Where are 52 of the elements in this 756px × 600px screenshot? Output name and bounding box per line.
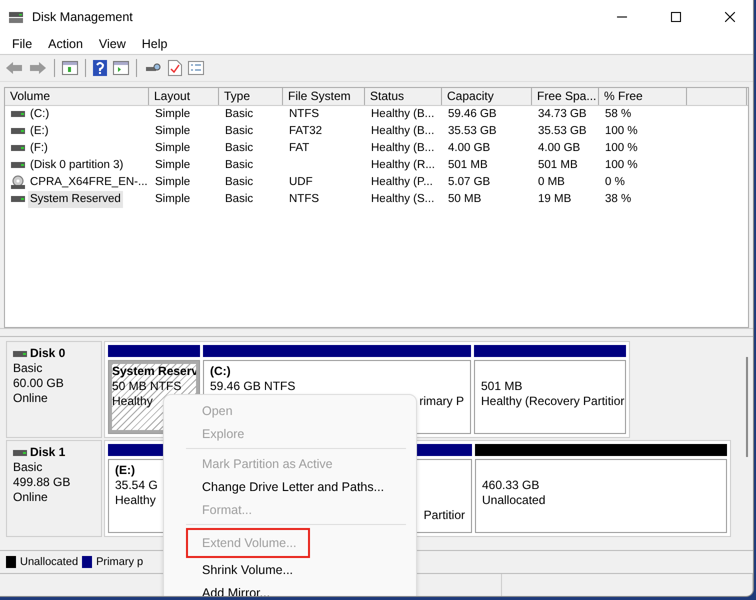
table-cell-text: Basic xyxy=(225,124,254,139)
table-cell-text: Healthy (B... xyxy=(371,124,434,139)
table-cell-text: Healthy (R... xyxy=(371,158,435,173)
table-cell-text: 100 % xyxy=(605,124,638,139)
table-cell-text: 501 MB xyxy=(448,158,488,173)
disk-status: Online xyxy=(13,391,49,406)
table-cell-text: 35.53 GB xyxy=(448,124,497,139)
table-cell-text: Healthy (P... xyxy=(371,174,433,190)
table-cell-text: Healthy (B... xyxy=(371,140,434,156)
table-cell-text: NTFS xyxy=(289,106,320,122)
table-cell-text: 4.00 GB xyxy=(538,140,580,156)
table-cell-text: Healthy (S... xyxy=(371,192,434,207)
table-cell-text: 4.00 GB xyxy=(448,140,490,156)
table-cell-text: FAT xyxy=(289,140,310,156)
table-cell-text: 50 MB xyxy=(448,192,482,207)
legend-label: Primary p xyxy=(96,556,144,568)
table-cell-text: 59.46 GB xyxy=(448,106,497,122)
table-cell-text: Basic xyxy=(225,174,254,190)
table-cell-text: 0 % xyxy=(605,174,625,190)
disk-size: 60.00 GB xyxy=(13,376,65,392)
table-cell-text: FAT32 xyxy=(289,124,322,139)
table-cell-text: 501 MB xyxy=(538,158,578,173)
table-cell-text: UDF xyxy=(289,174,313,190)
disk-size: 499.88 GB xyxy=(13,475,72,490)
table-cell-text: 0 MB xyxy=(538,174,565,190)
table-cell-text: Simple xyxy=(155,174,190,190)
table-cell-text: 34.73 GB xyxy=(538,106,587,122)
table-cell-text: Basic xyxy=(225,140,254,156)
disk-name: Disk 0 xyxy=(30,346,66,362)
legend-label: Unallocated xyxy=(20,556,78,568)
table-cell-text: Basic xyxy=(225,106,254,122)
table-cell-text: 100 % xyxy=(605,158,638,173)
table-cell-text: Basic xyxy=(225,192,254,207)
table-cell-text: 5.07 GB xyxy=(448,174,490,190)
table-cell-text: Basic xyxy=(225,158,254,173)
window-title: Disk Management xyxy=(32,10,134,24)
disk-name: Disk 1 xyxy=(30,445,66,460)
table-cell-text: NTFS xyxy=(289,192,320,207)
disk-type: Basic xyxy=(13,361,44,376)
table-cell-text: 58 % xyxy=(605,106,632,122)
table-cell-text: 19 MB xyxy=(538,192,572,207)
table-cell-text: Simple xyxy=(155,106,190,122)
disk-status: Online xyxy=(13,490,49,506)
table-cell-text: Simple xyxy=(155,124,190,139)
table-cell-text: Simple xyxy=(155,158,190,173)
table-cell-text: Simple xyxy=(155,140,190,156)
table-cell-text: 35.53 GB xyxy=(538,124,587,139)
table-cell-text: 38 % xyxy=(605,192,632,207)
table-cell-text: Simple xyxy=(155,192,190,207)
table-cell-text: Healthy (B... xyxy=(371,106,434,122)
table-cell-text: 100 % xyxy=(605,140,638,156)
disk-type: Basic xyxy=(13,460,44,476)
